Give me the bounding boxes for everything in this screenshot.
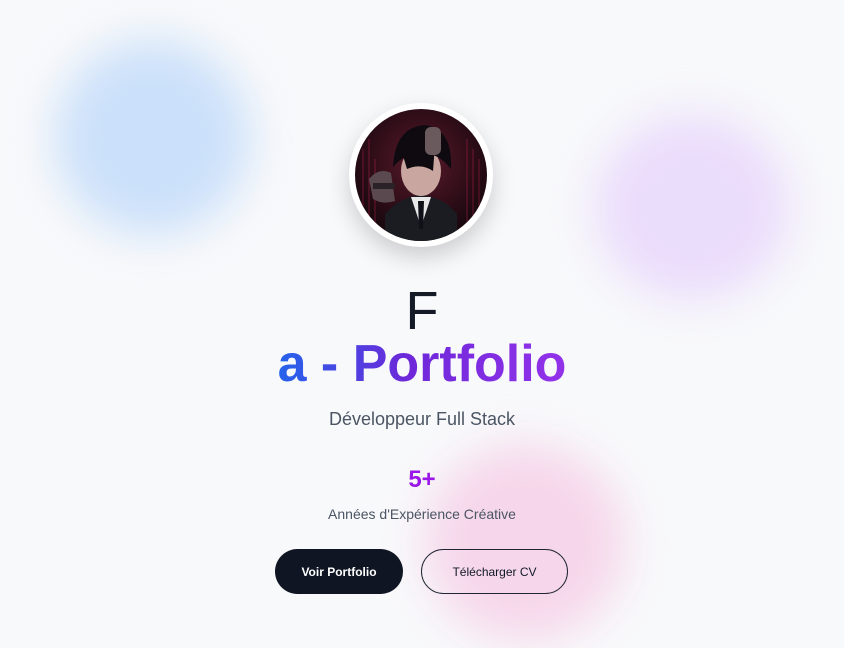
view-portfolio-button[interactable]: Voir Portfolio [275,549,403,594]
download-cv-button[interactable]: Télécharger CV [421,549,568,594]
hero-name-first-line: F [405,281,439,341]
stat-years-value: 5+ [408,466,436,493]
profile-avatar-image [355,109,487,241]
hero-title-gradient-text: a - Portfolio [277,335,567,393]
avatar [349,103,493,247]
hero-role: Développeur Full Stack [328,409,516,429]
hero-title: a - Portfolio [0,336,844,392]
stat-years-label: Années d'Expérience Créative [328,506,516,522]
hero-section: F a - Portfolio Développeur Full Stack 5… [0,0,844,648]
